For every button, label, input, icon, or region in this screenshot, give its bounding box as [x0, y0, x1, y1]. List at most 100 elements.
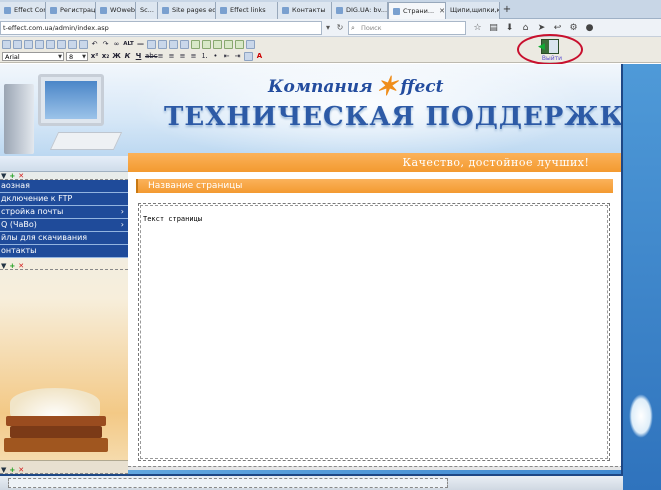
header-title: ТЕХНИЧЕСКАЯ ПОДДЕРЖКА [164, 102, 623, 132]
font-name-select[interactable]: Arial [2, 51, 64, 61]
sidebar-top-strip [0, 156, 128, 172]
open-icon[interactable] [13, 39, 22, 49]
tab-page-active[interactable]: Страни... ✕ [388, 2, 446, 19]
new-tab-button[interactable]: + [500, 0, 514, 19]
close-tab-icon[interactable]: ✕ [439, 3, 445, 19]
home-icon[interactable]: ⌂ [520, 20, 531, 36]
download-icon[interactable]: ⬇ [504, 20, 515, 36]
menu-item-ftp[interactable]: дключение к FTP [0, 193, 128, 206]
alt-icon[interactable]: ALT [123, 40, 134, 49]
page-body-editor[interactable]: Текст страницы [138, 203, 610, 461]
save-icon[interactable] [24, 39, 33, 49]
page-title[interactable]: Название страницы [148, 179, 242, 193]
search-icon: ⌕ [351, 24, 355, 32]
move-down-icon[interactable]: ▼ [1, 262, 6, 270]
undo-icon[interactable]: ↶ [90, 40, 99, 49]
search-field[interactable]: ⌕ Поиск [348, 21, 466, 35]
horizontal-rule-icon[interactable]: — [136, 40, 145, 49]
company-logo: Компания ✶ ffect [268, 72, 444, 102]
module-tools-menu: ▼ + ✕ [0, 262, 128, 270]
outdent-icon[interactable]: ⇤ [222, 52, 231, 61]
url-field[interactable]: t-effect.com.ua/admin/index.asp [0, 21, 322, 35]
align-right-icon[interactable]: ≡ [178, 52, 187, 61]
redo-icon[interactable]: ↷ [101, 40, 110, 49]
image-icon[interactable] [158, 39, 167, 49]
books-illustration [0, 386, 115, 456]
tab-contacts[interactable]: Контакты [278, 2, 332, 19]
tab-registration[interactable]: Регистрац... [46, 2, 96, 19]
menu-item-faq[interactable]: Q (ЧаВо) › [0, 219, 128, 232]
table-icon[interactable] [147, 39, 156, 49]
tab-dig-ua[interactable]: DIG.UA: bv... [332, 2, 388, 19]
paste-text-icon[interactable] [79, 39, 88, 49]
cut-icon[interactable] [46, 39, 55, 49]
favicon-icon [336, 7, 343, 14]
special-char-icon[interactable] [202, 39, 211, 49]
reload-icon[interactable]: ↻ [334, 21, 346, 35]
favicon-icon [162, 7, 169, 14]
tab-sc[interactable]: Sc... [136, 2, 158, 19]
chat-icon[interactable]: ● [584, 20, 595, 36]
form-icon[interactable] [169, 39, 178, 49]
unordered-list-icon[interactable]: • [211, 52, 220, 61]
module-tools-bottom: ▼ + ✕ [0, 466, 128, 474]
tab-effect-control[interactable]: Effect Control [0, 2, 46, 19]
delete-icon[interactable]: ✕ [18, 262, 24, 270]
add-icon[interactable]: + [9, 466, 15, 474]
favicon-icon [4, 7, 11, 14]
menu-item-mail-setup[interactable]: стройка почты › [0, 206, 128, 219]
dropdown-arrow-icon[interactable]: ▾ [322, 21, 334, 35]
chevron-right-icon: › [120, 220, 124, 229]
strikethrough-icon[interactable]: abc [145, 52, 158, 61]
new-document-icon[interactable] [2, 39, 11, 49]
delete-icon[interactable]: ✕ [18, 466, 24, 474]
tab-site-pages-editor[interactable]: Site pages editor [158, 2, 216, 19]
menu-item-main[interactable]: аозная [0, 180, 128, 193]
justify-icon[interactable]: ≡ [189, 52, 198, 61]
flash-icon[interactable] [213, 39, 222, 49]
align-left-icon[interactable]: ≡ [156, 52, 165, 61]
media-icon[interactable] [224, 39, 233, 49]
superscript-icon[interactable]: x² [90, 52, 99, 61]
scrollbar-thumb[interactable] [8, 478, 448, 488]
indent-icon[interactable]: ⇥ [233, 52, 242, 61]
underline-icon[interactable]: Ч [134, 52, 143, 61]
tab-effect-links[interactable]: Effect links [216, 2, 278, 19]
module-tools-top: ▼ + ✕ [0, 172, 128, 180]
move-down-icon[interactable]: ▼ [1, 466, 6, 474]
font-size-select[interactable]: 8 [66, 51, 88, 61]
spellcheck-icon[interactable] [191, 39, 200, 49]
computer-illustration [2, 68, 123, 154]
clipboard-icon[interactable]: ▤ [488, 20, 499, 36]
background-color-icon[interactable] [244, 51, 253, 61]
subscript-icon[interactable]: x₂ [101, 52, 110, 61]
bold-icon[interactable]: Ж [112, 52, 121, 61]
ordered-list-icon[interactable]: ⒈ [200, 52, 209, 61]
add-icon[interactable]: + [9, 262, 15, 270]
star-icon[interactable]: ☆ [472, 20, 483, 36]
print-icon[interactable] [35, 39, 44, 49]
tab-shchipi[interactable]: Щипи,щипки,к... [446, 2, 500, 19]
copy-icon[interactable] [57, 39, 66, 49]
delete-icon[interactable]: ✕ [18, 172, 24, 180]
content-area: Название страницы Текст страницы [128, 172, 623, 468]
editor-toolbar-row-1: ↶ ↷ ∞ ALT — [2, 38, 255, 50]
horizontal-scrollbar[interactable] [0, 476, 623, 490]
source-icon[interactable] [246, 39, 255, 49]
field-icon[interactable] [180, 39, 189, 49]
move-down-icon[interactable]: ▼ [1, 172, 6, 180]
paste-icon[interactable] [68, 39, 77, 49]
menu-item-downloads[interactable]: йлы для скачивания [0, 232, 128, 245]
align-center-icon[interactable]: ≡ [167, 52, 176, 61]
tab-woweb[interactable]: WOweb.ru [96, 2, 136, 19]
text-color-icon[interactable]: A [255, 52, 264, 61]
gear-icon[interactable]: ⚙ [568, 20, 579, 36]
add-icon[interactable]: + [9, 172, 15, 180]
favicon-icon [282, 7, 289, 14]
italic-icon[interactable]: К [123, 52, 132, 61]
anchor-icon[interactable] [235, 39, 244, 49]
page-text[interactable]: Текст страницы [141, 215, 202, 223]
highlight-circle [517, 34, 583, 65]
menu-item-contacts[interactable]: онтакты [0, 245, 128, 258]
link-icon[interactable]: ∞ [112, 40, 121, 49]
